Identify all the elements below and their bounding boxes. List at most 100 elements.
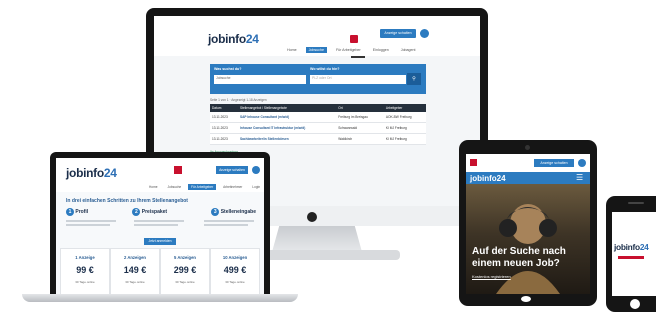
nav-home[interactable]: Home [284,47,300,53]
monitor-stand [272,226,362,252]
user-icon[interactable] [252,166,260,174]
logo-prefix: jobinfo [66,166,104,180]
cell-date: 13.11.2023 [210,122,238,134]
laptop-logo[interactable]: jobinfo24 [66,166,117,180]
tablet-logo[interactable]: jobinfo24 [470,174,506,183]
agency-text-icon [351,55,365,58]
price-note: 30 Tage online [125,280,145,284]
price-value: 299 € [173,265,197,275]
logo-prefix: jobinfo [208,32,246,46]
price-card[interactable]: 1 Anzeige 99 € 30 Tage online [60,248,110,294]
user-icon[interactable] [578,159,586,167]
price-value: 149 € [123,265,147,275]
text-line [66,224,110,226]
laptop-cta-button[interactable]: Anzeige schalten [216,166,248,174]
monitor-camera-icon [307,212,317,222]
agency-mark-icon [350,35,358,43]
step-title: Profil [75,209,89,215]
hero-line-2: einem neuen Job? [472,258,560,269]
step-descriptions [66,220,256,232]
tablet-cta-button[interactable]: Anzeige schalten [534,159,574,167]
price-note: 30 Tage online [225,280,245,284]
nav-home[interactable]: Home [146,184,161,190]
price-label: 5 Anzeigen [174,255,196,260]
phone-logo[interactable]: jobinfo24 [614,242,649,252]
steps: 1 Profil 2 Preispaket 3 Stelleneingabe [66,208,256,216]
register-button[interactable]: Jetzt anmelden [144,238,176,245]
tablet-navbar: jobinfo24 ☰ [466,172,590,184]
nav-arbeitgeber[interactable]: Für Arbeitgeber [188,184,217,190]
cell-title[interactable]: SAP Inhouse Consultant (m/w/d) [237,112,337,123]
text-line [204,220,254,222]
cell-employer: AOK-BW Freiburg [383,112,426,123]
step-num: 1 [66,208,74,216]
col-employer: Arbeitgeber [383,104,426,112]
text-line [66,220,116,222]
tablet: Anzeige schalten jobinfo24 ☰ Auf der Suc… [459,140,597,306]
col-location: Ort [336,104,384,112]
nav-jobsuche[interactable]: Jobsuche [305,47,327,53]
phone-home-button[interactable] [630,299,640,309]
nav-einloggen[interactable]: Einloggen [370,47,392,53]
step-1: 1 Profil [66,208,88,216]
logo-num: 24 [103,166,117,180]
logo-num: 24 [245,32,259,46]
logo-num: 24 [639,242,649,252]
price-value: 99 € [76,265,94,275]
cell-location: Schwarzwald [336,122,384,134]
hero-register-link[interactable]: Kostenlos registrieren [472,274,511,279]
agency-mark-icon [174,166,182,174]
phone: jobinfo24 [606,196,656,312]
price-card[interactable]: 2 Anzeigen 149 € 30 Tage online [110,248,160,294]
agency-mark-icon [618,256,644,259]
text-line [134,220,184,222]
step-title: Preispaket [141,209,168,215]
logo-num: 24 [496,174,506,183]
text-line [204,224,248,226]
price-card[interactable]: 10 Anzeigen 499 € 30 Tage online [210,248,260,294]
col-title: Stellenangebot / Stellenangebote [237,104,337,112]
logo-prefix: jobinfo [470,174,497,183]
search-button[interactable]: ⚲ [407,73,421,85]
cell-employer: KI MJ Freiburg [383,133,426,145]
search-panel: Was suchst du? Wo willst du hin? Jobsuch… [210,64,426,94]
cell-location: Waldkirch [336,133,384,145]
tablet-camera-icon [525,145,530,150]
table-row[interactable]: 13.11.2023 Inhouse Consultant IT Infrast… [210,122,426,134]
nav-login[interactable]: Login [249,184,263,190]
table-row[interactable]: 13.11.2023 Sachbearbeiter/in Stellenbörs… [210,133,426,145]
header-cta-button[interactable]: Anzeige schalten [380,29,416,38]
nav-jobsuche[interactable]: Jobsuche [165,184,185,190]
nav-arbeitnehmer[interactable]: Arbeitnehmer [220,184,245,190]
what-input[interactable]: Jobsuche [214,75,306,84]
hero-line-1: Auf der Suche nach [472,246,566,257]
nav-arbeitgeber[interactable]: Für Arbeitgeber [333,47,364,53]
where-input[interactable]: PLZ oder Ort [310,75,406,84]
where-label: Wo willst du hin? [310,67,340,71]
desktop-logo[interactable]: jobinfo24 [208,32,259,46]
text-line [134,224,178,226]
what-label: Was suchst du? [214,67,242,71]
step-num: 3 [211,208,220,216]
cell-title[interactable]: Inhouse Consultant IT Infrastruktur (m/w… [237,122,337,134]
step-num: 2 [132,208,141,216]
table-row[interactable]: 13.11.2023 SAP Inhouse Consultant (m/w/d… [210,112,426,123]
price-cards: 1 Anzeige 99 € 30 Tage online 2 Anzeigen… [60,248,260,294]
user-icon[interactable] [420,29,429,38]
laptop-headline: In drei einfachen Schritten zu Ihrem Ste… [66,198,188,204]
price-card[interactable]: 5 Anzeigen 299 € 30 Tage online [160,248,210,294]
menu-icon[interactable]: ☰ [576,174,583,182]
cell-employer: KI MJ Freiburg [383,122,426,134]
price-label: 10 Anzeigen [222,255,248,260]
logo-prefix: jobinfo [614,242,640,252]
tablet-home-button[interactable] [521,296,531,302]
price-label: 2 Anzeigen [124,255,146,260]
cell-title[interactable]: Sachbearbeiter/in Stellenbörsen [237,133,337,145]
search-icon: ⚲ [412,76,416,82]
laptop: jobinfo24 Anzeige schalten Home Jobsuche… [50,152,270,296]
price-value: 499 € [223,265,247,275]
price-note: 30 Tage online [175,280,195,284]
desktop-nav: Home Jobsuche Für Arbeitgeber Einloggen … [284,47,419,53]
nav-jobagent[interactable]: Jobagent [398,47,419,53]
price-note: 30 Tage online [75,280,95,284]
